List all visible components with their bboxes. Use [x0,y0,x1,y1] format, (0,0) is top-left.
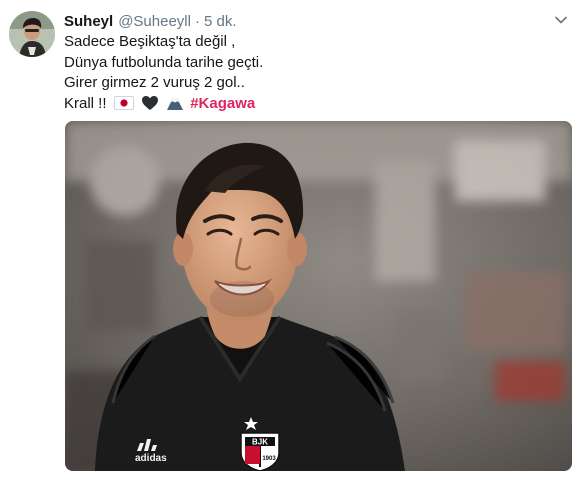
tweet-media-photo[interactable]: adidas BJK 1903 [65,121,572,471]
tweet-text-line: Sadece Beşiktaş'ta değil , [64,33,236,50]
hashtag-link[interactable]: #Kagawa [190,95,255,112]
tweet-text-line: Dünya futbolunda tarihe geçti. [64,53,264,71]
tweet-text-prefix: Krall !! [64,94,107,112]
chevron-down-icon[interactable] [554,13,568,27]
tweet-text-line: Girer girmez 2 vuruş 2 gol.. [64,74,245,92]
player-photo: adidas BJK 1903 [65,121,572,471]
author-name[interactable]: Suheyl [64,13,113,30]
black-heart-icon [141,95,158,110]
tweet: Suheyl @Suheeyll · 5 dk. Sadece Beşiktaş… [0,0,581,486]
avatar[interactable] [9,11,55,57]
header-separator: · [194,12,200,30]
svg-text:BJK: BJK [252,438,268,447]
japan-flag-icon [113,95,134,110]
tweet-text-line-last: Krall !! #Kagawa [64,94,544,115]
author-handle[interactable]: @Suheeyll [118,13,191,30]
svg-text:adidas: adidas [135,453,167,464]
avatar-image [9,11,55,57]
tweet-text: Sadece Beşiktaş'ta değil , Dünya futbolu… [64,32,544,114]
mount-fuji-icon [167,98,184,110]
svg-text:1903: 1903 [262,456,276,462]
tweet-header: Suheyl @Suheeyll · 5 dk. [64,11,561,31]
tweet-timestamp[interactable]: 5 dk. [204,13,237,30]
